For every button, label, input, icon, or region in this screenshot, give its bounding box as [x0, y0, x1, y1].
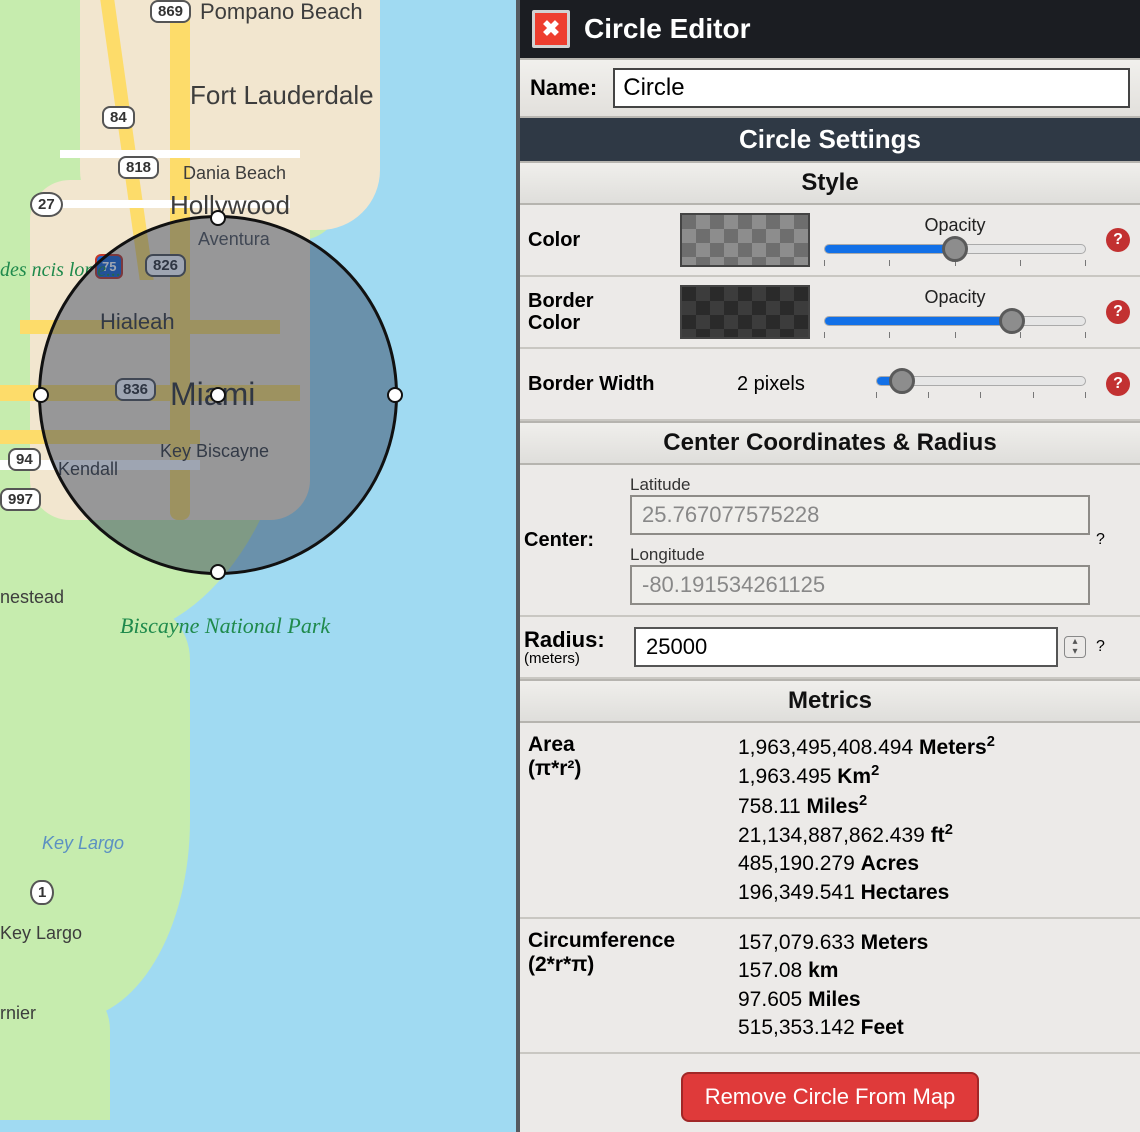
circle-handle-s[interactable] [210, 564, 226, 580]
longitude-label: Longitude [630, 545, 705, 564]
area-row: Area (π*r²) 1,963,495,408.494 Meters21,9… [520, 723, 1140, 919]
slider-thumb[interactable] [999, 308, 1025, 334]
border-width-slider[interactable] [876, 376, 1086, 386]
border-color-label: Border Color [524, 290, 674, 334]
editor-title-bar: ✖ Circle Editor [520, 0, 1140, 58]
coords-header: Center Coordinates & Radius [520, 421, 1140, 465]
label-biscayne-park: Biscayne National Park [120, 614, 330, 637]
help-icon[interactable]: ? [1106, 300, 1130, 324]
border-width-label: Border Width [524, 373, 674, 395]
label-keylargo-water: Key Largo [42, 834, 124, 853]
fill-color-row: Color Opacity ? [520, 205, 1140, 277]
map-circle-overlay[interactable] [38, 215, 398, 575]
border-width-row: Border Width 2 pixels ? [520, 349, 1140, 421]
circle-handle-e[interactable] [387, 387, 403, 403]
shield-818: 818 [118, 156, 159, 179]
slider-thumb[interactable] [942, 236, 968, 262]
help-icon[interactable]: ? [1106, 372, 1130, 396]
radius-row: Radius: (meters) ▴ ▾ ? [520, 617, 1140, 679]
land-shape [0, 980, 110, 1120]
map-view[interactable]: 869 84 818 27 75 826 836 94 997 1 Pompan… [0, 0, 520, 1132]
label-homestead: nestead [0, 588, 64, 607]
slider-thumb[interactable] [889, 368, 915, 394]
label-pompano: Pompano Beach [200, 0, 363, 23]
circle-handle-n[interactable] [210, 210, 226, 226]
metrics-header: Metrics [520, 679, 1140, 723]
shield-1: 1 [30, 880, 54, 905]
editor-title: Circle Editor [584, 13, 750, 45]
settings-header: Circle Settings [520, 118, 1140, 161]
circ-label: Circumference (2*r*π) [528, 929, 738, 977]
circ-values: 157,079.633 Meters157.08 km97.605 Miles5… [738, 929, 1132, 1042]
help-icon[interactable]: ? [1096, 531, 1130, 549]
shield-997: 997 [0, 488, 41, 511]
shield-27: 27 [30, 192, 63, 217]
close-icon: ✖ [542, 16, 560, 42]
area-label: Area (π*r²) [528, 733, 738, 781]
border-opacity-caption: Opacity [820, 287, 1090, 308]
circle-handle-center[interactable] [210, 387, 226, 403]
name-input[interactable] [613, 68, 1130, 108]
land-shape [0, 600, 190, 1020]
fill-color-swatch[interactable] [680, 213, 810, 267]
label-lauderdale: Fort Lauderdale [190, 82, 374, 109]
center-row: Center: Latitude Longitude ? [520, 465, 1140, 617]
label-dania: Dania Beach [183, 164, 286, 183]
name-row: Name: [520, 58, 1140, 118]
border-color-row: Border Color Opacity ? [520, 277, 1140, 349]
longitude-input[interactable] [630, 565, 1090, 605]
latitude-label: Latitude [630, 475, 691, 494]
circle-handle-w[interactable] [33, 387, 49, 403]
radius-stepper[interactable]: ▴ ▾ [1064, 636, 1086, 658]
border-opacity-slider[interactable] [824, 316, 1086, 326]
label-rnier: rnier [0, 1004, 36, 1023]
center-label: Center: [524, 529, 624, 552]
shield-94: 94 [8, 448, 41, 471]
radius-input[interactable] [634, 627, 1058, 667]
label-keylargo: Key Largo [0, 924, 82, 943]
style-header: Style [520, 161, 1140, 205]
latitude-input[interactable] [630, 495, 1090, 535]
shield-84: 84 [102, 106, 135, 129]
shield-869: 869 [150, 0, 191, 23]
radius-label: Radius: (meters) [524, 628, 624, 667]
chevron-down-icon[interactable]: ▾ [1065, 647, 1085, 657]
fill-opacity-slider[interactable] [824, 244, 1086, 254]
fill-opacity-caption: Opacity [820, 215, 1090, 236]
name-label: Name: [530, 75, 597, 101]
circumference-row: Circumference (2*r*π) 157,079.633 Meters… [520, 919, 1140, 1054]
area-values: 1,963,495,408.494 Meters21,963.495 Km275… [738, 733, 1132, 907]
remove-circle-button[interactable]: Remove Circle From Map [681, 1072, 980, 1122]
circle-editor-panel: ✖ Circle Editor Name: Circle Settings St… [520, 0, 1140, 1132]
border-width-value: 2 pixels [680, 373, 862, 396]
help-icon[interactable]: ? [1096, 638, 1130, 656]
close-button[interactable]: ✖ [532, 10, 570, 48]
border-color-swatch[interactable] [680, 285, 810, 339]
fill-color-label: Color [524, 229, 674, 251]
help-icon[interactable]: ? [1106, 228, 1130, 252]
